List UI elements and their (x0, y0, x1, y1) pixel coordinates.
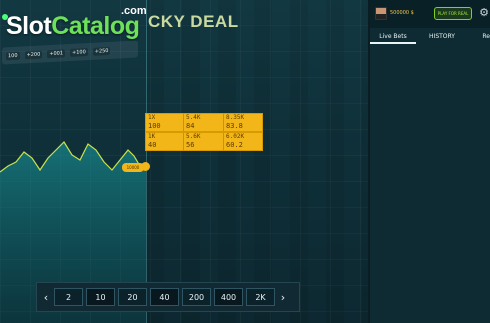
game-brand: CKY DEAL (148, 12, 239, 31)
avatar[interactable] (375, 7, 387, 20)
bet-cell: 1X (148, 114, 156, 121)
play-for-real-button[interactable]: PLAY FOR REAL (434, 7, 472, 20)
tab-live-bets[interactable]: Live Bets (370, 30, 416, 44)
stake-next-button[interactable]: › (278, 291, 288, 304)
chip-label[interactable]: 100 (6, 51, 20, 60)
account-bar: 500000 $ PLAY FOR REAL ⚙ (370, 0, 490, 28)
gear-icon[interactable]: ⚙ (478, 7, 490, 19)
bet-cell: 5.4K (186, 114, 201, 121)
bet-box[interactable]: 1K 40 5.6K 56 6.02K 60.2 (145, 132, 263, 151)
stake-option[interactable]: 2K (246, 288, 275, 306)
stake-option[interactable]: 400 (214, 288, 243, 306)
bet-cell: 100 (148, 122, 161, 130)
bet-cell: 60.2 (226, 141, 243, 149)
bet-cell: 40 (148, 141, 157, 149)
chip-label[interactable]: +100 (70, 47, 88, 57)
stake-option[interactable]: 20 (118, 288, 147, 306)
stake-bar: ‹ 2 10 20 40 200 400 2K › (36, 282, 300, 312)
stake-option[interactable]: 10 (86, 288, 115, 306)
bet-box[interactable]: 1X 100 5.4K 84 8.35K 83.8 (145, 113, 263, 132)
tab-history[interactable]: HISTORY (416, 30, 468, 44)
bet-cell: 83.8 (226, 122, 243, 130)
logo-suffix: .com (121, 5, 147, 17)
game-area: SlotCatalog .com CKY DEAL 100 +200 +001 … (0, 0, 368, 323)
bet-cell: 6.02K (226, 133, 245, 140)
bet-cell: 8.35K (226, 114, 245, 121)
balance-value: 500000 $ (390, 10, 414, 16)
tab-overflow[interactable]: Re (468, 30, 490, 44)
stake-option[interactable]: 200 (182, 288, 211, 306)
chip-label[interactable]: +250 (92, 46, 111, 56)
price-marker-dot (141, 162, 150, 171)
panel-tabs: Live Bets HISTORY Re (370, 30, 490, 44)
stake-option[interactable]: 2 (54, 288, 83, 306)
live-bets-list (370, 46, 490, 323)
stake-prev-button[interactable]: ‹ (41, 291, 51, 304)
chip-label[interactable]: +001 (47, 48, 66, 58)
bet-cell: 5.6K (186, 133, 201, 140)
logo-prefix: Slot (6, 12, 52, 40)
side-panel: 500000 $ PLAY FOR REAL ⚙ Live Bets HISTO… (368, 0, 490, 323)
bet-cell: 56 (186, 141, 195, 149)
chip-label[interactable]: +200 (24, 49, 43, 59)
bet-cell: 84 (186, 122, 195, 130)
stake-option[interactable]: 40 (150, 288, 179, 306)
bet-cell: 1K (148, 133, 156, 140)
